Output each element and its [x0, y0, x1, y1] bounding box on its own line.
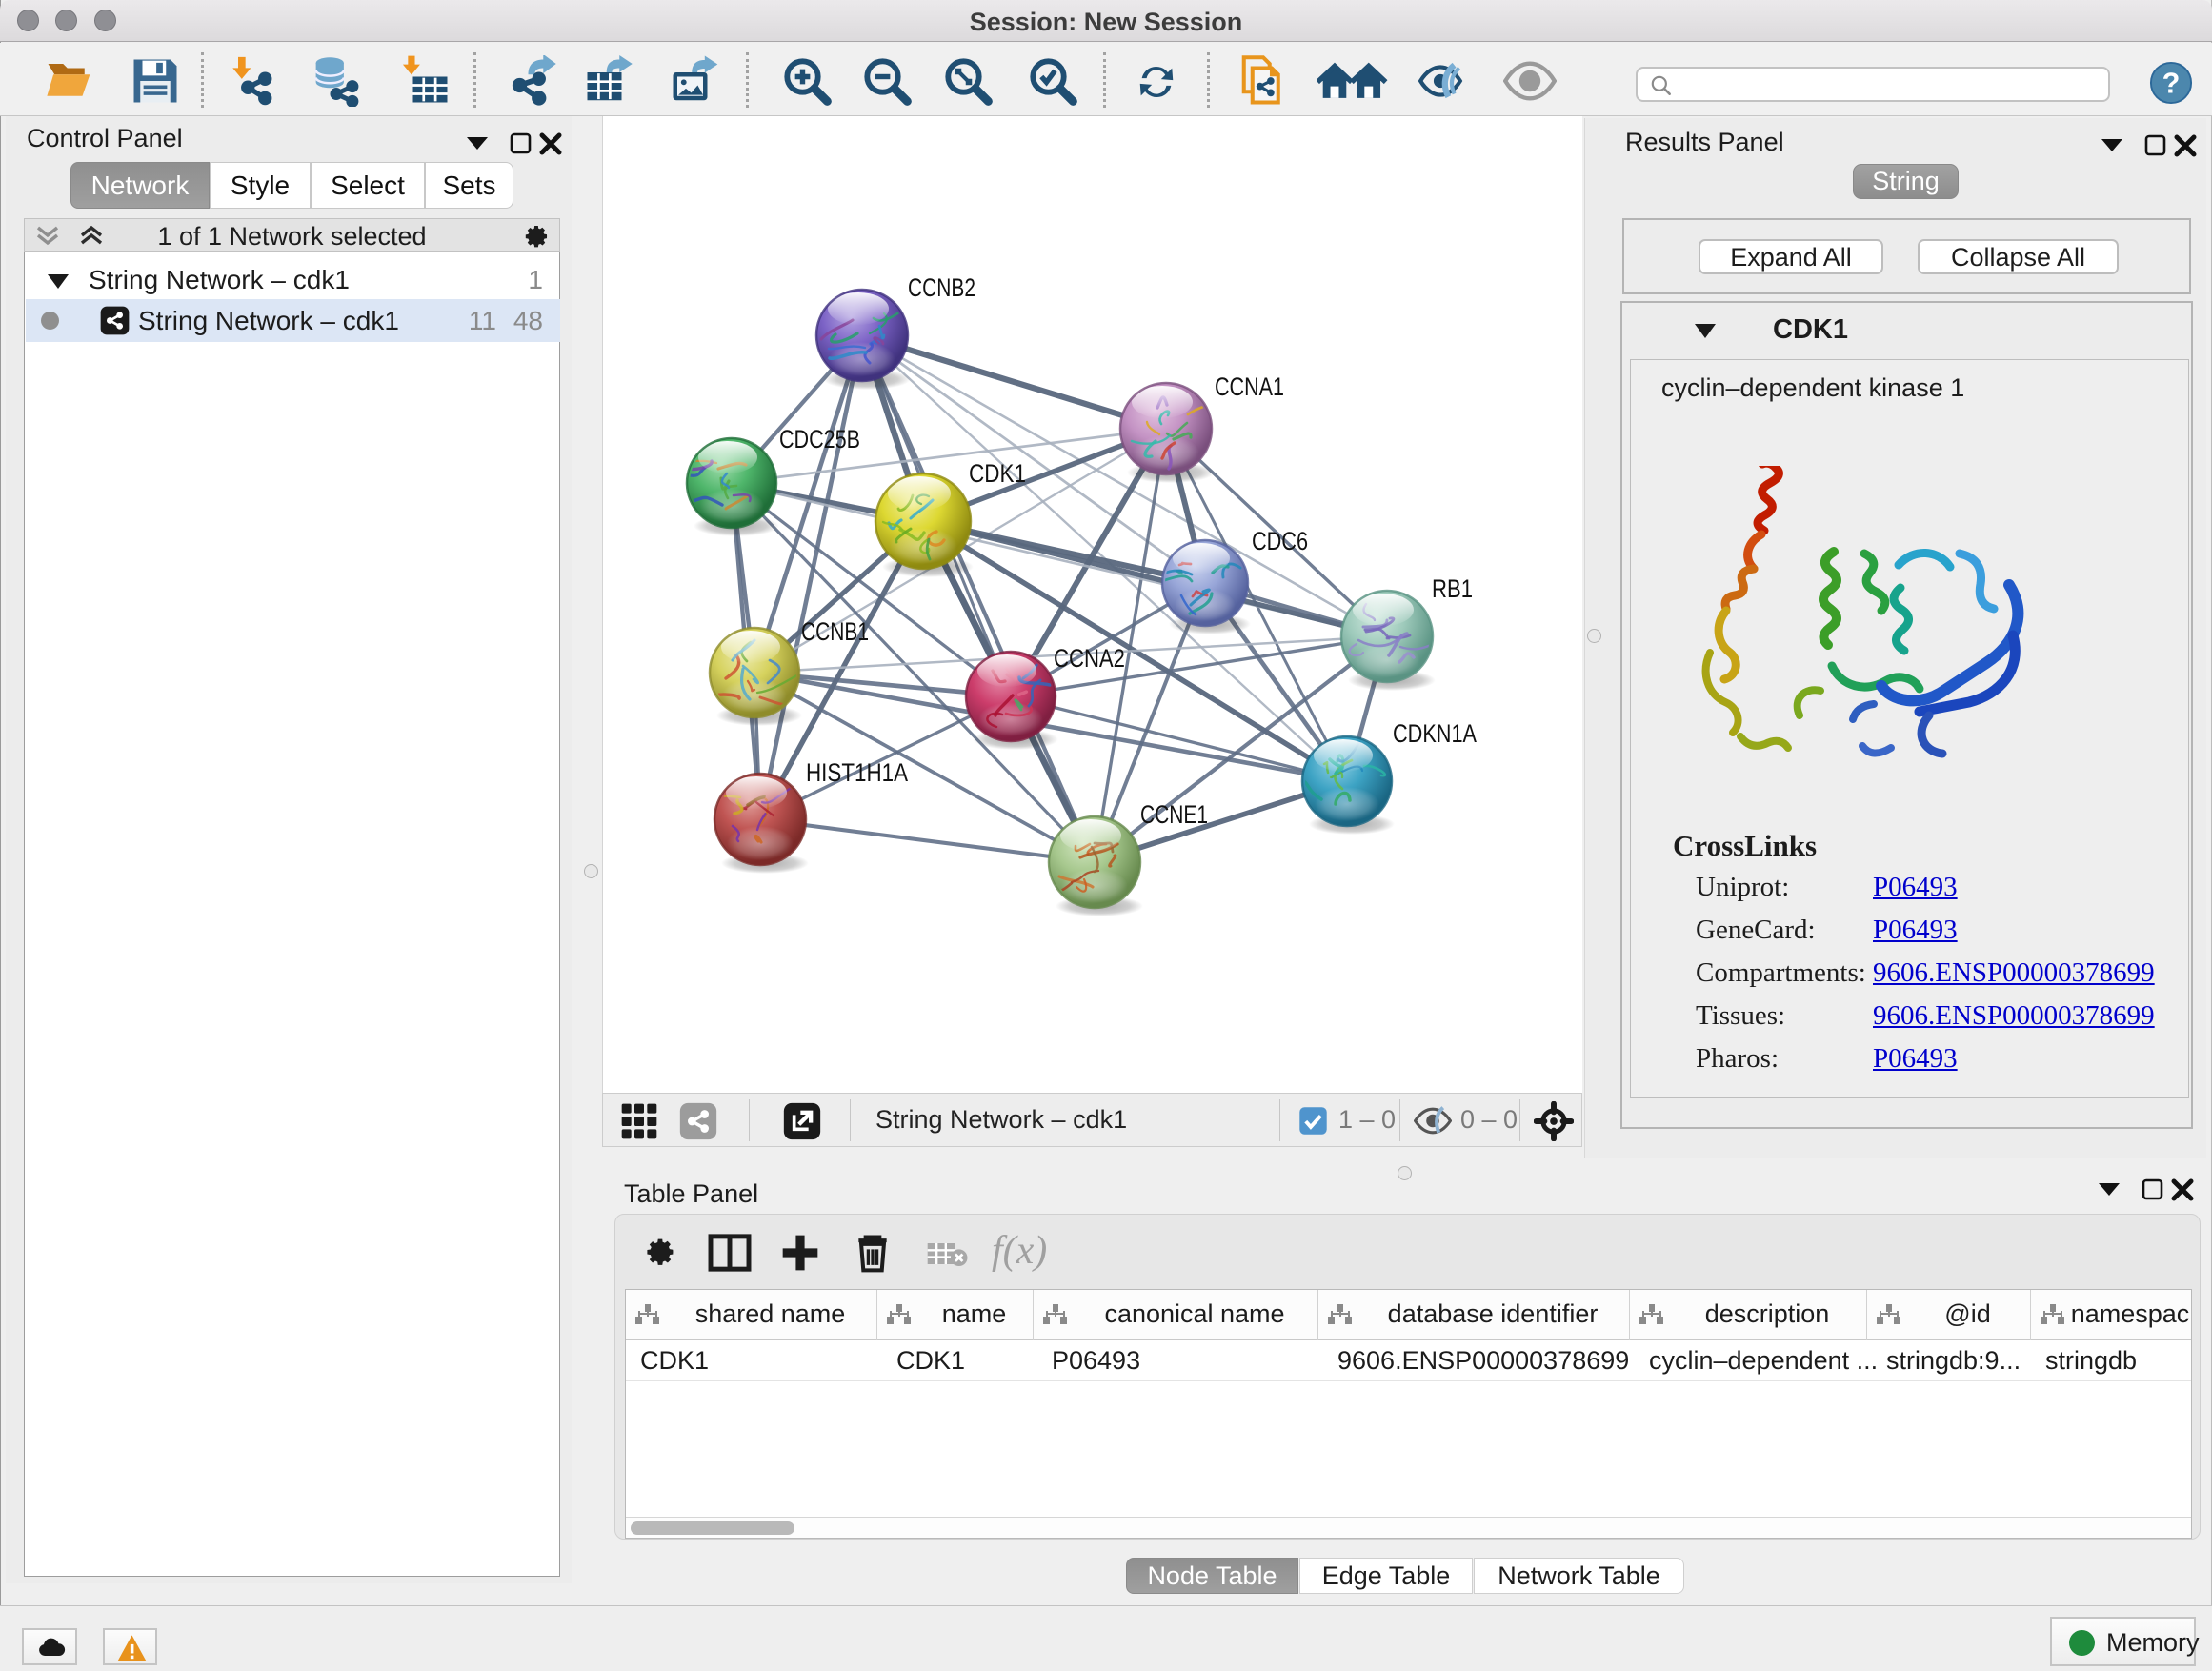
svg-text:CDK1: CDK1: [969, 459, 1026, 488]
svg-text:CCNB1: CCNB1: [801, 617, 869, 646]
svg-text:CCNA1: CCNA1: [1215, 372, 1284, 401]
svg-text:RB1: RB1: [1432, 574, 1473, 603]
svg-text:CCNA2: CCNA2: [1054, 644, 1125, 673]
svg-text:CDC6: CDC6: [1252, 527, 1308, 555]
svg-text:CCNB2: CCNB2: [908, 273, 975, 302]
svg-text:?: ?: [2162, 68, 2181, 100]
svg-text:CDKN1A: CDKN1A: [1393, 719, 1477, 748]
svg-text:CDC25B: CDC25B: [779, 425, 860, 453]
svg-text:CCNE1: CCNE1: [1140, 800, 1208, 829]
svg-text:HIST1H1A: HIST1H1A: [806, 758, 908, 787]
